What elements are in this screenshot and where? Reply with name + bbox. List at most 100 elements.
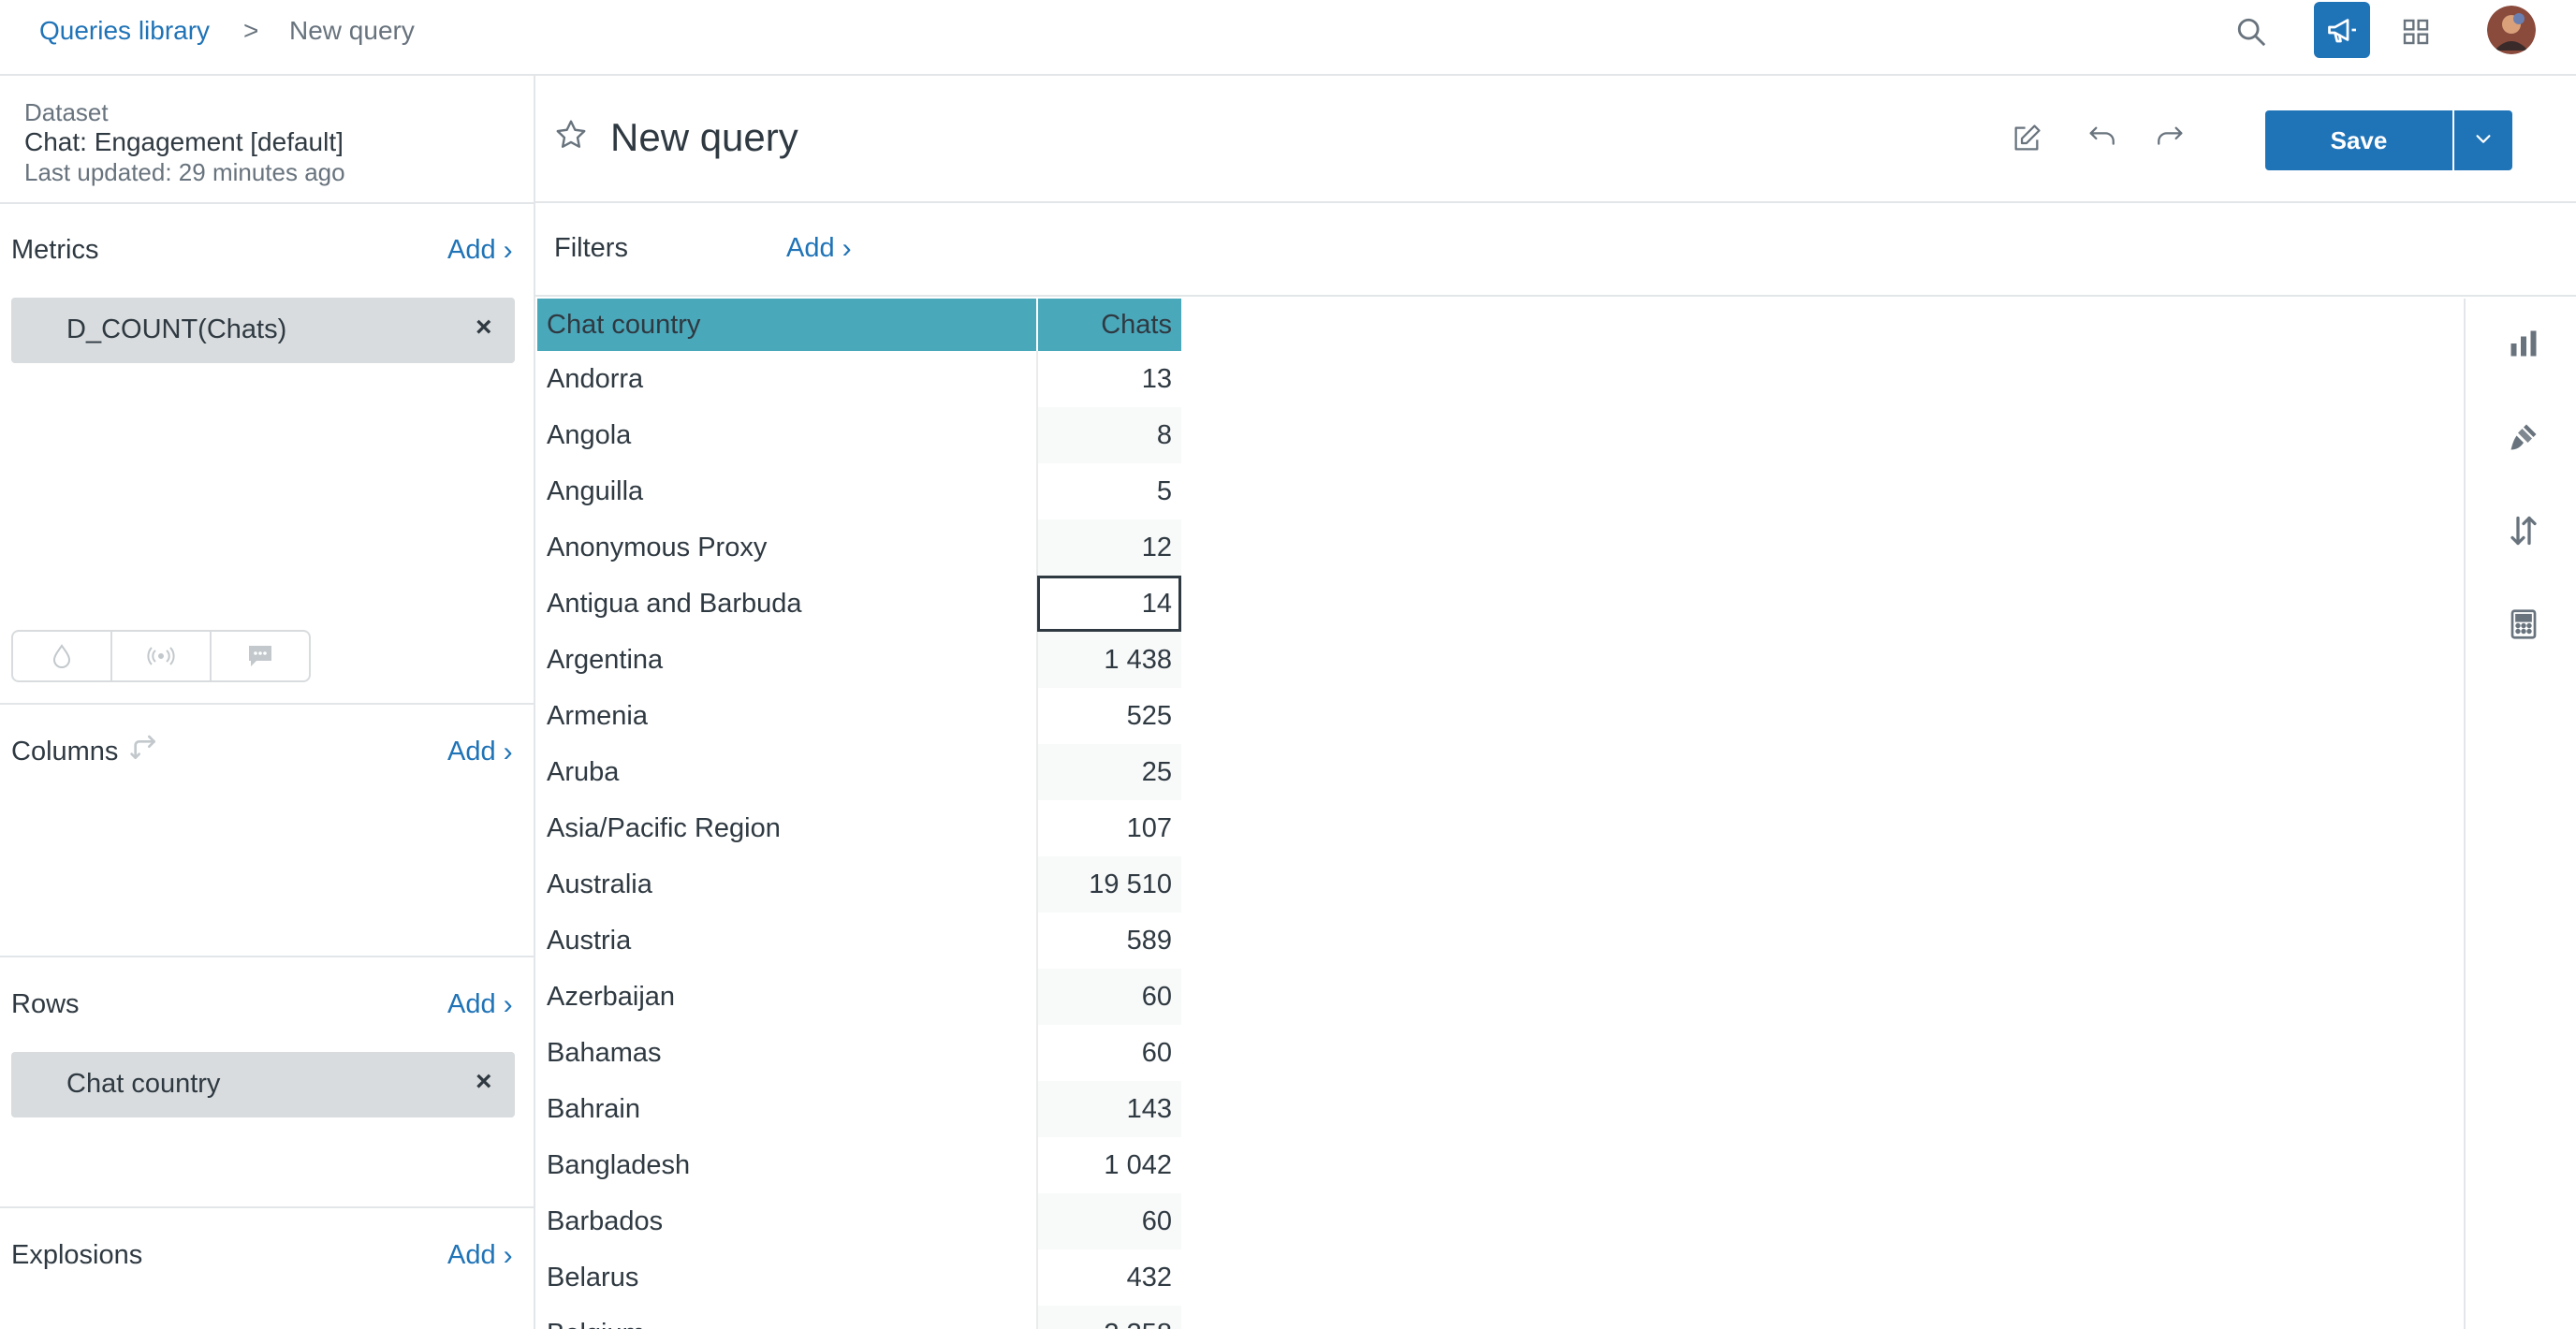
cell-chat-country[interactable]: Barbados (537, 1193, 1038, 1249)
explosions-add-button[interactable]: Add › (447, 1240, 513, 1271)
cell-chats[interactable]: 19 510 (1037, 856, 1181, 913)
filters-add-button[interactable]: Add › (786, 233, 852, 264)
save-options-button[interactable] (2454, 110, 2512, 170)
cell-chats[interactable]: 60 (1037, 969, 1181, 1025)
user-avatar[interactable] (2487, 6, 2536, 54)
paint-brush-icon[interactable] (2503, 416, 2544, 458)
table-row[interactable]: Bahamas 60 (537, 1025, 1181, 1081)
dataset-name[interactable]: Chat: Engagement [default] (24, 127, 344, 157)
table-row[interactable]: Andorra 13 (537, 351, 1181, 407)
cell-chat-country[interactable]: Bangladesh (537, 1137, 1038, 1193)
table-row[interactable]: Anonymous Proxy 12 (537, 519, 1181, 576)
row-pill[interactable]: Chat country × (11, 1052, 515, 1117)
sort-icon[interactable] (2503, 510, 2544, 551)
cell-chats[interactable]: 25 (1037, 744, 1181, 800)
table-row[interactable]: Bahrain 143 (537, 1081, 1181, 1137)
columns-add-button[interactable]: Add › (447, 737, 513, 767)
cell-chats[interactable]: 12 (1037, 519, 1181, 576)
cell-chat-country[interactable]: Aruba (537, 744, 1038, 800)
cell-chat-country[interactable]: Andorra (537, 351, 1038, 407)
drop-icon[interactable] (11, 630, 112, 682)
calculator-icon[interactable] (2503, 604, 2544, 645)
cell-chat-country[interactable]: Argentina (537, 632, 1038, 688)
remove-row-button[interactable]: × (476, 1066, 492, 1098)
table-row[interactable]: Belarus 432 (537, 1249, 1181, 1306)
breadcrumb-queries-library[interactable]: Queries library (39, 16, 210, 46)
cell-chats[interactable]: 60 (1037, 1025, 1181, 1081)
chevron-right-icon: › (503, 736, 513, 767)
cell-chat-country[interactable]: Anguilla (537, 463, 1038, 519)
cell-chats[interactable]: 432 (1037, 1249, 1181, 1306)
result-table: Chat country Chats Andorra 13 Angola 8 Angui… (537, 299, 1181, 1329)
table-row[interactable]: Bangladesh 1 042 (537, 1137, 1181, 1193)
table-row[interactable]: Belgium2 358 (537, 1306, 1181, 1329)
cell-chat-country[interactable]: Antigua and Barbuda (537, 576, 1038, 632)
query-title[interactable]: New query (610, 115, 798, 160)
metric-pill[interactable]: D_COUNT(Chats) × (11, 298, 515, 363)
chevron-right-icon: › (842, 232, 852, 264)
column-header-chat-country[interactable]: Chat country (537, 299, 1038, 351)
table-row[interactable]: Antigua and Barbuda 14 (537, 576, 1181, 632)
redo-icon[interactable] (2149, 117, 2192, 160)
cell-chats[interactable]: 1 438 (1037, 632, 1181, 688)
cell-chats[interactable]: 14 (1037, 576, 1181, 632)
metrics-add-button[interactable]: Add › (447, 235, 513, 266)
table-row[interactable]: Armenia 525 (537, 688, 1181, 744)
undo-icon[interactable] (2080, 117, 2123, 160)
table-row[interactable]: Austria 589 (537, 913, 1181, 969)
metrics-add-label: Add (447, 235, 496, 265)
cell-chats[interactable]: 525 (1037, 688, 1181, 744)
table-row[interactable]: Argentina 1 438 (537, 632, 1181, 688)
column-header-chats[interactable]: Chats (1037, 299, 1181, 351)
query-header: New query Save (535, 76, 2576, 203)
star-icon[interactable] (554, 118, 588, 156)
table-row[interactable]: Asia/Pacific Region 107 (537, 800, 1181, 856)
filters-bar: Filters Add › (535, 203, 2576, 297)
remove-metric-button[interactable]: × (476, 312, 492, 343)
metric-pill-label: D_COUNT(Chats) (66, 314, 287, 344)
cell-chat-country[interactable]: Anonymous Proxy (537, 519, 1038, 576)
cell-chats[interactable]: 13 (1037, 351, 1181, 407)
cell-chats[interactable]: 589 (1037, 913, 1181, 969)
breadcrumb-current: New query (289, 16, 415, 45)
rows-add-button[interactable]: Add › (447, 989, 513, 1020)
rows-add-label: Add (447, 989, 496, 1019)
columns-add-label: Add (447, 737, 496, 767)
cell-chat-country[interactable]: Angola (537, 407, 1038, 463)
announcement-icon[interactable] (2314, 2, 2370, 58)
cell-chat-country[interactable]: Armenia (537, 688, 1038, 744)
cell-chats[interactable]: 5 (1037, 463, 1181, 519)
cell-chats[interactable]: 8 (1037, 407, 1181, 463)
cell-chat-country[interactable]: Belgium (537, 1306, 1038, 1329)
cell-chats[interactable]: 2 358 (1037, 1306, 1181, 1329)
table-body: Andorra 13 Angola 8 Anguilla 5 Anonymous Proxy… (537, 351, 1181, 1329)
cell-chats[interactable]: 60 (1037, 1193, 1181, 1249)
dataset-last-updated: Last updated: 29 minutes ago (24, 158, 345, 186)
table-row[interactable]: Aruba 25 (537, 744, 1181, 800)
save-button[interactable]: Save (2265, 110, 2452, 170)
visualization-toolbar (2464, 299, 2576, 1329)
edit-icon[interactable] (2005, 117, 2048, 160)
table-row[interactable]: Anguilla 5 (537, 463, 1181, 519)
cell-chats[interactable]: 107 (1037, 800, 1181, 856)
breadcrumb-separator: > (243, 16, 259, 45)
table-row[interactable]: Australia 19 510 (537, 856, 1181, 913)
bar-chart-icon[interactable] (2503, 323, 2544, 364)
apps-grid-icon[interactable] (2391, 2, 2441, 62)
cell-chat-country[interactable]: Bahrain (537, 1081, 1038, 1137)
cell-chat-country[interactable]: Bahamas (537, 1025, 1038, 1081)
cell-chat-country[interactable]: Austria (537, 913, 1038, 969)
cell-chat-country[interactable]: Belarus (537, 1249, 1038, 1306)
search-icon[interactable] (2226, 2, 2276, 62)
cell-chat-country[interactable]: Asia/Pacific Region (537, 800, 1038, 856)
cell-chat-country[interactable]: Azerbaijan (537, 969, 1038, 1025)
table-row[interactable]: Angola 8 (537, 407, 1181, 463)
cell-chats[interactable]: 143 (1037, 1081, 1181, 1137)
swap-axes-icon[interactable] (129, 733, 159, 767)
broadcast-icon[interactable] (110, 630, 212, 682)
chat-bubble-icon[interactable] (210, 630, 311, 682)
table-row[interactable]: Barbados 60 (537, 1193, 1181, 1249)
cell-chat-country[interactable]: Australia (537, 856, 1038, 913)
table-row[interactable]: Azerbaijan 60 (537, 969, 1181, 1025)
cell-chats[interactable]: 1 042 (1037, 1137, 1181, 1193)
